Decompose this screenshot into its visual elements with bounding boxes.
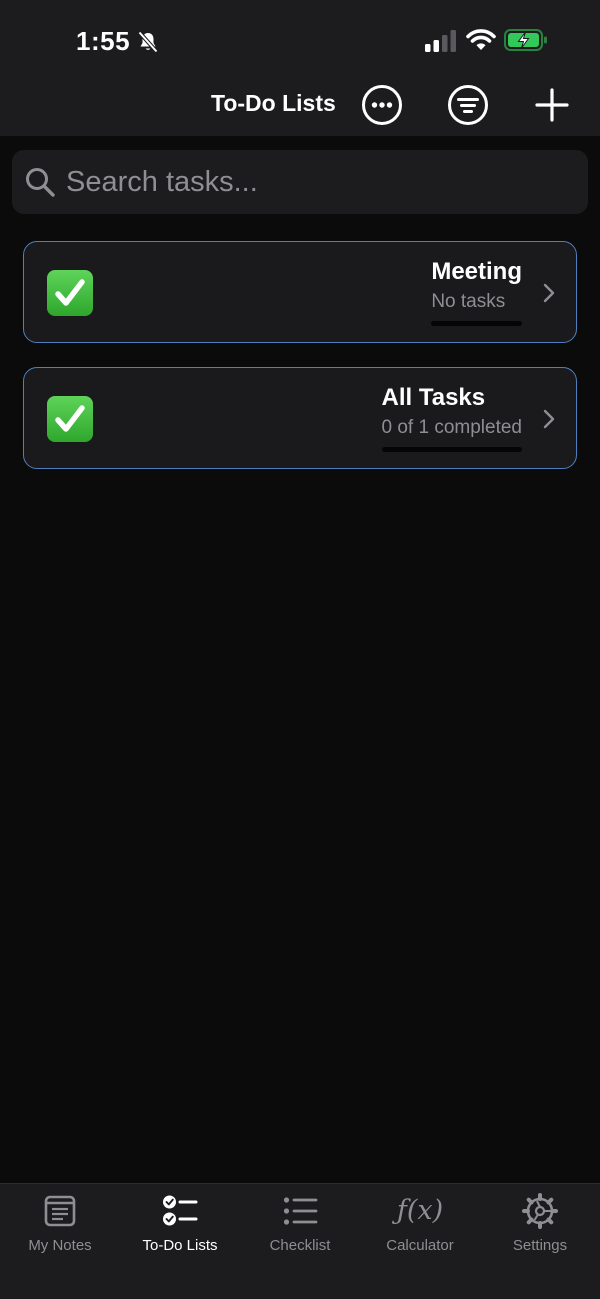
bell-slash-icon xyxy=(138,30,159,53)
note-icon xyxy=(44,1195,76,1227)
checklist-icon xyxy=(163,1195,198,1226)
tab-checklist[interactable]: Checklist xyxy=(240,1192,360,1262)
list-summary: No tasks xyxy=(431,291,506,312)
function-icon: ƒ(x) xyxy=(396,1195,444,1226)
search-input[interactable] xyxy=(66,154,588,210)
list-bullet-icon xyxy=(283,1197,318,1225)
list-card-meeting[interactable]: Meeting No tasks xyxy=(23,241,577,343)
tab-settings[interactable]: Settings xyxy=(480,1192,600,1262)
white-check-mark-emoji-icon xyxy=(47,396,93,442)
chevron-right-icon xyxy=(543,409,555,429)
tab-calculator[interactable]: ƒ(x) Calculator xyxy=(360,1192,480,1262)
list-name: All Tasks xyxy=(381,384,486,411)
wifi-icon xyxy=(466,29,496,50)
status-time: 1:55 xyxy=(76,26,160,57)
more-options-button[interactable] xyxy=(361,84,403,126)
status-time-text: 1:55 xyxy=(76,26,131,56)
list-info: Meeting No tasks xyxy=(431,258,522,326)
list-card-all-tasks[interactable]: All Tasks 0 of 1 completed xyxy=(23,367,577,469)
tab-bar: My Notes To-Do Lists Checklist ƒ(x) Calc… xyxy=(0,1183,600,1299)
gear-icon xyxy=(522,1193,558,1229)
tab-label: To-Do Lists xyxy=(142,1237,218,1254)
cellular-signal-icon xyxy=(425,30,456,52)
page-title: To-Do Lists xyxy=(211,90,336,116)
tab-label: Calculator xyxy=(386,1237,454,1254)
list-summary: 0 of 1 completed xyxy=(381,417,522,438)
list-progress-bar xyxy=(431,321,522,326)
white-check-mark-emoji-icon xyxy=(47,270,93,316)
filter-circle-icon xyxy=(448,85,488,125)
filter-button[interactable] xyxy=(447,84,489,126)
list-progress-bar xyxy=(381,447,522,452)
tab-to-do-lists[interactable]: To-Do Lists xyxy=(120,1192,240,1262)
todo-lists-screen: 1:55 To-Do Lists Search tasks... Meeting… xyxy=(0,0,600,1299)
battery-charging-icon xyxy=(504,29,547,51)
chevron-right-icon xyxy=(543,283,555,303)
search-icon xyxy=(26,168,55,197)
plus-icon xyxy=(535,88,569,122)
ellipsis-circle-icon xyxy=(362,85,402,125)
add-list-button[interactable] xyxy=(531,84,573,126)
header: 1:55 To-Do Lists xyxy=(0,0,600,136)
search-bar[interactable] xyxy=(12,150,588,214)
list-info: All Tasks 0 of 1 completed xyxy=(381,384,522,452)
tab-label: My Notes xyxy=(28,1237,92,1254)
tab-my-notes[interactable]: My Notes xyxy=(0,1192,120,1262)
list-name: Meeting xyxy=(431,258,522,285)
tab-label: Settings xyxy=(512,1237,568,1254)
tab-label: Checklist xyxy=(269,1237,331,1254)
